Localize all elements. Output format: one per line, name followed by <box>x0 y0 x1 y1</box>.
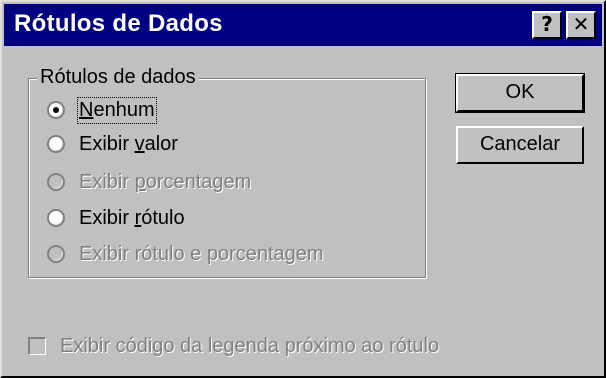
option-show-label-and-percentage-label: Exibir rótulo e porcentagem <box>79 242 324 265</box>
close-button[interactable]: ✕ <box>566 11 596 39</box>
data-labels-group: Rótulos de dados Nenhum Exibir valor Exi… <box>28 64 426 278</box>
radio-show-label-and-percentage <box>47 245 65 263</box>
radio-show-label[interactable] <box>47 209 65 227</box>
option-show-value[interactable]: Exibir valor <box>47 129 178 159</box>
option-show-label[interactable]: Exibir rótulo <box>47 203 185 233</box>
help-button[interactable]: ? <box>532 11 562 39</box>
legend-key-label: Exibir código da legenda próximo ao rótu… <box>60 334 440 357</box>
radio-none[interactable] <box>47 101 65 119</box>
cancel-button[interactable]: Cancelar <box>456 126 584 164</box>
option-none-label: Nenhum <box>77 96 157 124</box>
option-show-label-label: Exibir rótulo <box>79 206 185 229</box>
radio-show-value[interactable] <box>47 135 65 153</box>
legend-key-checkbox <box>28 337 46 355</box>
group-label: Rótulos de dados <box>37 64 199 90</box>
ok-button[interactable]: OK <box>455 73 585 113</box>
legend-key-option: Exibir código da legenda próximo ao rótu… <box>28 332 439 360</box>
option-show-percentage-label: Exibir porcentagem <box>79 170 252 193</box>
title-bar: Rótulos de Dados ? ✕ <box>4 4 602 46</box>
option-show-percentage: Exibir porcentagem <box>47 167 251 197</box>
radio-show-percentage <box>47 173 65 191</box>
option-show-value-label: Exibir valor <box>79 132 178 155</box>
option-none[interactable]: Nenhum <box>47 95 157 125</box>
dialog-title: Rótulos de Dados <box>14 10 223 37</box>
data-labels-dialog: Rótulos de Dados ? ✕ Rótulos de dados Ne… <box>0 0 606 378</box>
option-show-label-and-percentage: Exibir rótulo e porcentagem <box>47 239 324 269</box>
